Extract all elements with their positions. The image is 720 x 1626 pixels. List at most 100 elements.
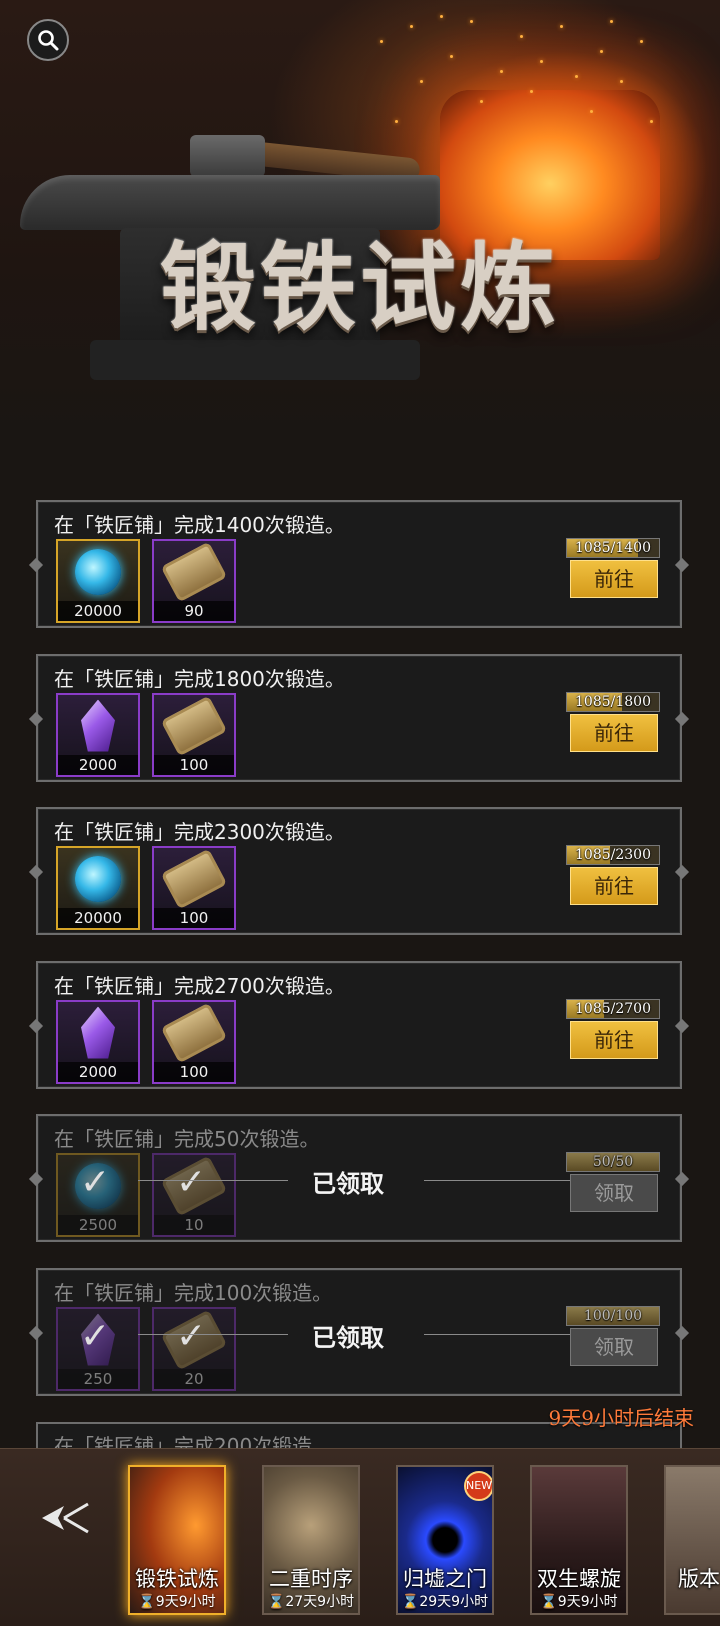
spark [575,75,578,78]
task-description: 在「铁匠铺」完成2700次锻造。 [54,973,345,998]
reward-quantity: 100 [154,754,234,775]
scroll-icon [160,848,228,910]
event-tab-name: 二重时序 [269,1567,353,1591]
checkmark-icon: ✓ [80,1162,111,1203]
spark [450,55,453,58]
task-description: 在「铁匠铺」完成50次锻造。 [54,1127,320,1151]
reward-icon [154,541,234,603]
reward-slot[interactable]: 100 [152,692,236,777]
spark [650,120,653,123]
progress-bar: 1085/1400 [566,538,660,558]
event-tab-name: 版本 [678,1567,720,1591]
spark [640,40,643,43]
spark [540,60,543,63]
spark [520,35,523,38]
checkmark-icon: ✓ [176,1162,207,1203]
card-ornament [674,557,690,573]
blue-gem-icon [75,549,121,595]
card-ornament [674,711,690,726]
claimed-label: 已领取 [312,1170,384,1198]
spark [620,80,623,83]
event-tab-name: 归墟之门 [403,1567,487,1591]
go-button[interactable]: 前往 [570,560,658,598]
spark [380,40,383,43]
divider [424,1333,574,1335]
event-title: 锻铁试炼 [160,231,560,344]
card-ornament [28,1171,44,1187]
event-tab-name: 锻铁试炼 [135,1567,219,1591]
spark [395,120,398,123]
event-tab[interactable]: 二重时序 ⌛27天9小时 [262,1465,360,1615]
task-card: 在「铁匠铺」完成2300次锻造。 20000 100 1085/2300 前往 [28,807,690,935]
reward-slot[interactable]: 2000 [56,692,140,777]
reward-slot[interactable]: 20000 [56,539,140,623]
task-card: 在「铁匠铺」完成100次锻造。 250 ✓ 20 ✓ 100/100 已领取 领取 [28,1267,690,1396]
event-tab-timer: ⌛9天9小时 [540,1594,618,1610]
card-ornament [28,1325,44,1340]
spark [600,50,603,53]
new-badge: NEW [464,1471,492,1501]
claim-button[interactable]: 领取 [570,1174,658,1212]
blue-gem-icon [75,856,121,902]
reward-quantity: 90 [154,601,234,621]
card-ornament [28,557,44,573]
reward-slot[interactable]: 100 [152,846,236,930]
spark [590,110,593,113]
event-tab-bar: 锻铁试炼 ⌛9天9小时 二重时序 ⌛27天9小时 归墟之门 ⌛29天9小时 NEW 双生螺旋 ⌛… [0,1448,720,1626]
event-banner: 锻铁试炼 [0,0,720,440]
spark [530,90,533,93]
back-button[interactable] [38,1495,94,1541]
reward-slot[interactable]: 90 [152,539,236,623]
event-tab[interactable]: 锻铁试炼 ⌛9天9小时 [128,1465,226,1615]
event-tab-timer: ⌛27天9小时 [267,1594,355,1610]
progress-text: 50/50 [592,1154,634,1170]
purple-crystal-icon [81,1006,115,1059]
card-ornament [674,1325,690,1340]
scroll-icon [160,541,228,603]
progress-text: 1085/2700 [575,1000,651,1017]
reward-quantity: 10 [154,1215,234,1235]
divider [138,1180,288,1181]
progress-bar: 1085/2300 [566,845,660,865]
reward-quantity: 250 [58,1368,138,1389]
spark [480,100,483,103]
purple-crystal-icon [81,699,115,752]
claim-button[interactable]: 领取 [570,1327,658,1366]
reward-quantity: 100 [154,908,234,928]
go-button[interactable]: 前往 [570,713,658,752]
reward-slot[interactable]: 2000 [56,999,140,1084]
task-card: 在「铁匠铺」完成1800次锻造。 2000 100 1085/1800 前往 [28,653,690,782]
go-button[interactable]: 前往 [570,867,658,905]
back-arrow-icon [42,1502,89,1534]
progress-text: 1085/2300 [575,847,651,863]
event-tab-timer: ⌛29天9小时 [401,1594,489,1610]
reward-quantity: 100 [154,1061,234,1082]
task-card: 在「铁匠铺」完成2700次锻造。 2000 100 1085/2700 前往 [28,960,690,1089]
card-ornament [28,864,44,880]
scroll-icon [160,695,228,756]
progress-text: 100/100 [583,1307,643,1324]
event-tab[interactable]: 版本 [664,1465,720,1615]
task-description: 在「铁匠铺」完成1800次锻造。 [54,666,345,691]
card-ornament [674,864,690,880]
reward-icon [58,695,138,757]
reward-slot[interactable]: 100 [152,999,236,1084]
task-description: 在「铁匠铺」完成100次锻造。 [54,1280,333,1305]
divider [138,1333,288,1335]
search-button[interactable] [27,19,69,61]
reward-quantity: 20 [154,1368,234,1389]
reward-icon [58,1002,138,1064]
reward-quantity: 2500 [58,1215,138,1235]
task-card: 在「铁匠铺」完成50次锻造。 2500 ✓ 10 ✓ 50/50 已领取 领取 [28,1114,690,1242]
progress-text: 1085/1400 [575,540,651,556]
progress-bar: 1085/2700 [566,998,660,1019]
checkmark-icon: ✓ [176,1315,207,1357]
reward-icon [58,541,138,603]
go-button[interactable]: 前往 [570,1020,658,1059]
card-ornament [28,1018,44,1033]
event-tab[interactable]: 双生螺旋 ⌛9天9小时 [530,1465,628,1615]
event-tab[interactable]: 归墟之门 ⌛29天9小时 NEW [396,1465,494,1615]
progress-bar: 50/50 [566,1152,660,1172]
reward-slot[interactable]: 20000 [56,846,140,930]
event-tab-timer: ⌛9天9小时 [138,1594,216,1610]
